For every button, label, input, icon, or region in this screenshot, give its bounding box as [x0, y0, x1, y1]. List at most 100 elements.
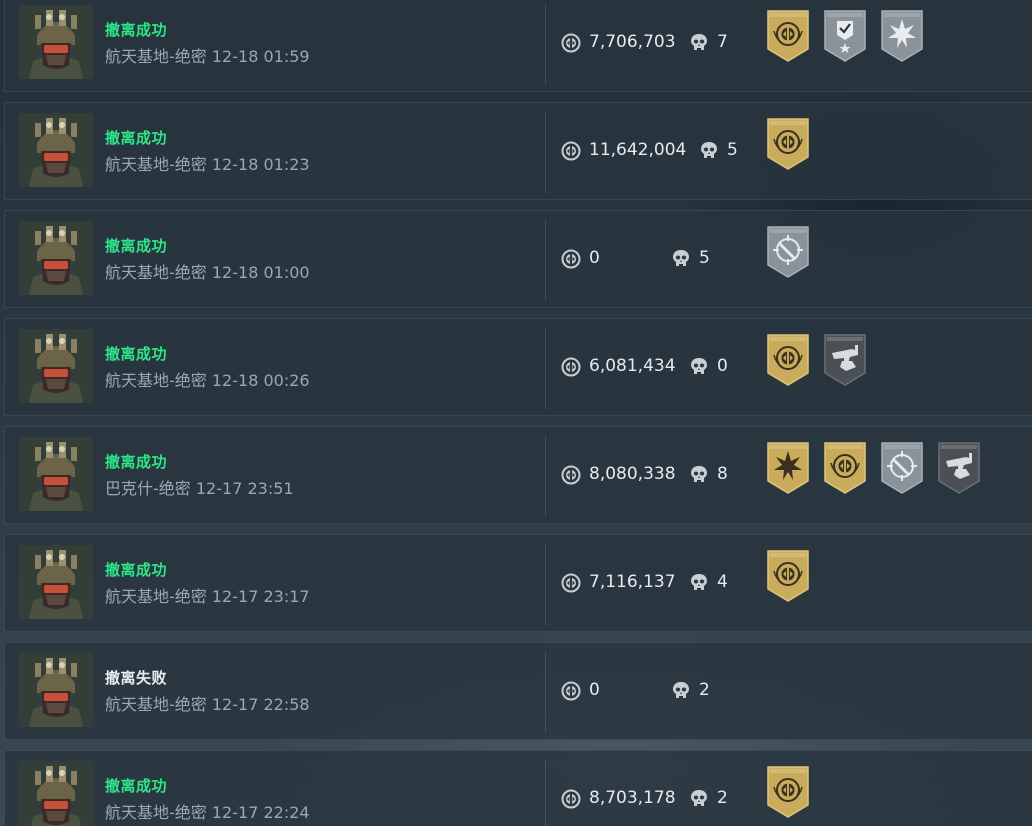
row-divider: [545, 759, 546, 826]
map-name: 航天基地-绝密: [105, 371, 207, 390]
coin-icon: [561, 681, 581, 701]
coin-icon: [561, 465, 581, 485]
extracted-value: 11,642,004: [589, 140, 687, 160]
skull-icon: [671, 248, 691, 270]
match-meta: 巴克什-绝密 12-17 23:51: [105, 475, 294, 499]
extraction-status: 撤离成功: [105, 237, 168, 255]
match-row[interactable]: 撤离失败航天基地-绝密 12-17 22:58 0 2: [4, 642, 1032, 740]
extraction-status: 撤离失败: [105, 669, 168, 687]
extracted-value: 7,116,137: [589, 572, 676, 592]
coin-icon: [561, 33, 581, 53]
kill-count: 5: [699, 248, 710, 268]
match-row[interactable]: 撤离成功航天基地-绝密 12-18 00:26 6,081,434 0: [4, 318, 1032, 416]
kill-count: 2: [699, 680, 710, 700]
map-name: 航天基地-绝密: [105, 695, 207, 714]
gold-starburst-badge[interactable]: [765, 441, 811, 495]
gold-emblem-badge[interactable]: [765, 333, 811, 387]
match-meta: 航天基地-绝密 12-18 01:00: [105, 259, 310, 283]
extraction-status: 撤离成功: [105, 561, 168, 579]
skull-icon: [689, 464, 709, 486]
skull-icon: [689, 32, 709, 54]
match-time: 12-17 22:58: [211, 695, 310, 714]
gun-hand-badge[interactable]: [822, 333, 868, 387]
gold-emblem-badge[interactable]: [765, 765, 811, 819]
operator-avatar: [19, 653, 93, 727]
crosshair-knife-badge[interactable]: [879, 441, 925, 495]
row-divider: [545, 435, 546, 517]
row-divider: [545, 543, 546, 625]
map-name: 航天基地-绝密: [105, 263, 207, 282]
match-time: 12-17 23:17: [211, 587, 310, 606]
match-time: 12-17 23:51: [195, 479, 294, 498]
match-history-screen: 撤离成功 航天基地-绝密 12-18 01:59 7,706,703 7 撤离成功 航天基…: [0, 0, 1032, 826]
map-name: 航天基地-绝密: [105, 587, 207, 606]
extracted-value: 8,703,178: [589, 788, 676, 808]
kill-count: 4: [717, 572, 728, 592]
starburst-badge[interactable]: [879, 9, 925, 63]
extraction-status: 撤离成功: [105, 129, 168, 147]
map-name: 巴克什-绝密: [105, 479, 191, 498]
match-row[interactable]: 撤离成功航天基地-绝密 12-18 01:00 0 5: [4, 210, 1032, 308]
kill-count: 2: [717, 788, 728, 808]
match-meta: 航天基地-绝密 12-17 23:17: [105, 583, 310, 607]
kill-count: 5: [727, 140, 738, 160]
match-time: 12-18 01:59: [211, 47, 310, 66]
match-row[interactable]: 撤离成功航天基地-绝密 12-18 01:59 7,706,703 7: [4, 0, 1032, 92]
match-row[interactable]: 撤离成功航天基地-绝密 12-17 22:24 8,703,178 2: [4, 750, 1032, 826]
crosshair-knife-badge[interactable]: [765, 225, 811, 279]
operator-avatar: [19, 221, 93, 295]
row-divider: [545, 651, 546, 733]
gold-emblem-badge[interactable]: [765, 9, 811, 63]
gold-emblem-badge[interactable]: [765, 117, 811, 171]
match-row[interactable]: 撤离成功航天基地-绝密 12-18 01:23 11,642,004 5: [4, 102, 1032, 200]
row-divider: [545, 3, 546, 85]
row-divider: [545, 111, 546, 193]
operator-avatar: [19, 329, 93, 403]
match-time: 12-18 01:23: [211, 155, 310, 174]
match-time: 12-18 00:26: [211, 371, 310, 390]
match-meta: 航天基地-绝密 12-17 22:24: [105, 799, 310, 823]
operator-avatar: [19, 113, 93, 187]
skull-icon: [689, 572, 709, 594]
coin-icon: [561, 249, 581, 269]
skull-icon: [671, 680, 691, 702]
operator-avatar: [19, 437, 93, 511]
match-meta: 航天基地-绝密 12-18 00:26: [105, 367, 310, 391]
kill-count: 8: [717, 464, 728, 484]
coin-icon: [561, 141, 581, 161]
match-meta: 航天基地-绝密 12-17 22:58: [105, 691, 310, 715]
match-row[interactable]: 撤离成功航天基地-绝密 12-17 23:17 7,116,137 4: [4, 534, 1032, 632]
extracted-value: 8,080,338: [589, 464, 676, 484]
coin-icon: [561, 357, 581, 377]
extraction-status: 撤离成功: [105, 21, 168, 39]
gold-emblem-badge[interactable]: [765, 549, 811, 603]
gold-emblem-badge[interactable]: [822, 441, 868, 495]
map-name: 航天基地-绝密: [105, 803, 207, 822]
operator-avatar: [19, 545, 93, 619]
kill-count: 7: [717, 32, 728, 52]
extracted-value: 0: [589, 680, 600, 700]
match-row[interactable]: 撤离成功巴克什-绝密 12-17 23:51 8,080,338 8: [4, 426, 1032, 524]
extracted-value: 6,081,434: [589, 356, 676, 376]
operator-avatar: [19, 761, 93, 826]
skull-icon: [699, 140, 719, 162]
extraction-status: 撤离成功: [105, 453, 168, 471]
match-time: 12-17 22:24: [211, 803, 310, 822]
match-meta: 航天基地-绝密 12-18 01:59: [105, 43, 310, 67]
extraction-status: 撤离成功: [105, 777, 168, 795]
match-meta: 航天基地-绝密 12-18 01:23: [105, 151, 310, 175]
map-name: 航天基地-绝密: [105, 155, 207, 174]
kill-count: 0: [717, 356, 728, 376]
coin-icon: [561, 789, 581, 809]
extracted-value: 0: [589, 248, 600, 268]
shield-check-star-badge[interactable]: [822, 9, 868, 63]
gun-hand-badge[interactable]: [936, 441, 982, 495]
operator-avatar: [19, 5, 93, 79]
skull-icon: [689, 356, 709, 378]
row-divider: [545, 219, 546, 301]
skull-icon: [689, 788, 709, 810]
extraction-status: 撤离成功: [105, 345, 168, 363]
coin-icon: [561, 573, 581, 593]
match-time: 12-18 01:00: [211, 263, 310, 282]
extracted-value: 7,706,703: [589, 32, 676, 52]
